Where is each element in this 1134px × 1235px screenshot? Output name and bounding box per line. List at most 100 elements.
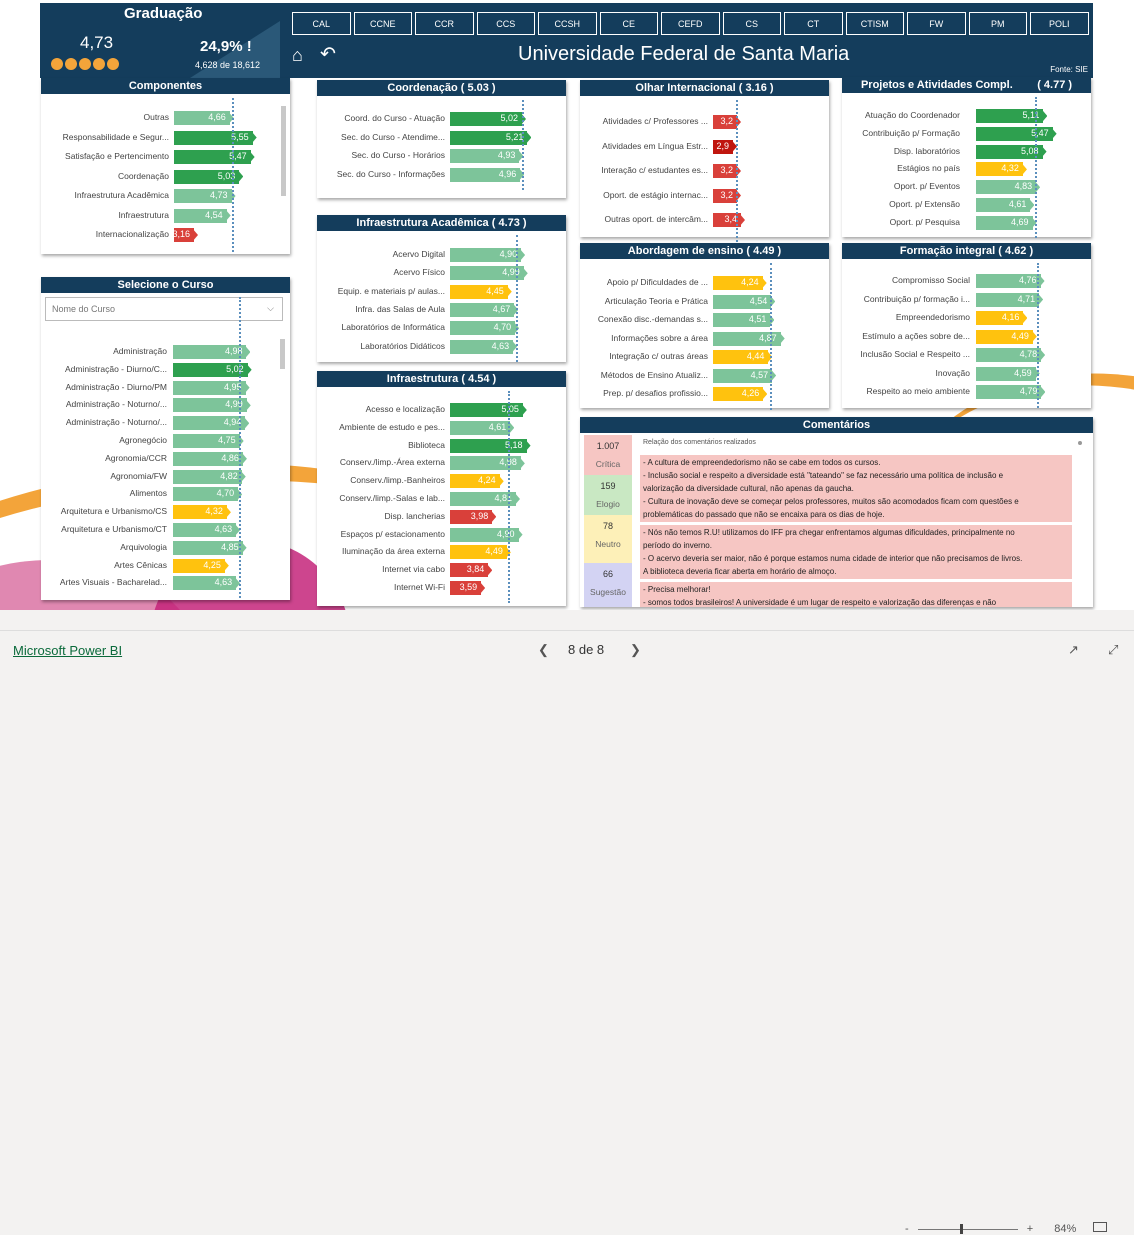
bar-row[interactable]: Atividades c/ Professores ... 3,2 [580,115,829,129]
bar[interactable]: 4,78 [976,348,1046,362]
bar-row[interactable]: Estímulo a ações sobre de... 4,49 [842,329,1091,344]
fit-page-icon[interactable] [1093,1222,1108,1232]
bar[interactable]: 5,05 [450,403,527,417]
bar[interactable]: 4,70 [173,487,243,502]
bar[interactable]: 5,47 [976,126,1057,141]
bar[interactable]: 4,49 [450,545,511,560]
bar-row[interactable]: Internet Wi-Fi 3,59 [317,581,566,595]
bar-row[interactable]: Oport. p/ Extensão 4,61 [842,198,1091,212]
bar[interactable]: 4,82 [173,469,246,484]
bar[interactable]: 5,02 [173,362,252,377]
bar[interactable]: 4,32 [976,162,1027,177]
powerbi-link[interactable]: Microsoft Power BI [13,643,122,658]
bar-row[interactable]: Contribuição p/ formação i... 4,71 [842,292,1091,307]
scrollbar[interactable] [1078,441,1082,445]
tab-cefd[interactable]: CEFD [661,12,720,35]
bar-row[interactable]: Conexão disc.-demandas s... 4,51 [580,313,829,327]
tab-cal[interactable]: CAL [292,12,351,35]
bar[interactable]: 4,75 [173,434,244,448]
bar[interactable]: 4,57 [713,368,777,383]
bar[interactable]: 4,61 [450,420,515,435]
bar[interactable]: 4,25 [173,558,229,573]
bar-row[interactable]: Atuação do Coordenador 5,11 [842,109,1091,123]
curso-dropdown[interactable]: Nome do Curso ⌵ [45,297,283,321]
bar-row[interactable]: Interação c/ estudantes es... 3,2 [580,164,829,178]
tab-ccne[interactable]: CCNE [353,12,412,35]
bar[interactable]: 4,51 [713,313,775,327]
bar-row[interactable]: Infraestrutura Acadêmica 4,73 [41,189,290,203]
bar-row[interactable]: Infraestrutura 4,54 [41,208,290,223]
bar-row[interactable]: Administração 4,98 [41,345,290,359]
comment-type-0[interactable]: 1.007 Crítica [584,435,632,475]
bar-row[interactable]: Prep. p/ desafios profissio... 4,26 [580,387,829,401]
bar[interactable]: 4,69 [976,215,1037,230]
bar[interactable]: 4,99 [173,398,251,413]
bar[interactable]: 4,70 [450,321,520,336]
bar[interactable]: 3,2 [713,188,741,203]
bar-row[interactable]: Satisfação e Pertencimento 5,47 [41,150,290,164]
bar[interactable]: 3,98 [450,509,497,524]
bar-row[interactable]: Ambiente de estudo e pes... 4,61 [317,420,566,435]
bar[interactable]: 4,63 [173,523,241,537]
bar-row[interactable]: Oport. p/ Eventos 4,83 [842,180,1091,195]
bar[interactable]: 5,11 [976,109,1048,123]
tab-pm[interactable]: PM [968,12,1027,35]
bar[interactable]: 4,54 [174,208,231,223]
scrollbar[interactable] [281,106,286,196]
bar[interactable]: 3,2 [713,164,741,178]
bar[interactable]: 5,18 [450,438,531,453]
bar-row[interactable]: Administração - Noturno/... 4,99 [41,398,290,413]
bar[interactable]: 4,44 [713,350,773,364]
bar-row[interactable]: Iluminação da área externa 4,49 [317,545,566,560]
bar-row[interactable]: Integração c/ outras áreas 4,44 [580,350,829,364]
bar[interactable]: 3,2 [713,115,741,129]
bar[interactable]: 4,95 [173,380,250,395]
bar-row[interactable]: Artes Cênicas 4,25 [41,558,290,573]
bar-row[interactable]: Compromisso Social 4,76 [842,274,1091,288]
bar[interactable]: 4,24 [713,276,767,290]
bar-row[interactable]: Empreendedorismo 4,16 [842,311,1091,325]
bar-row[interactable]: Administração - Diurno/C... 5,02 [41,362,290,377]
tab-ccsh[interactable]: CCSH [538,12,597,35]
bar[interactable]: 4,59 [976,366,1040,381]
bar[interactable]: 4,45 [450,284,512,299]
bar[interactable]: 4,49 [976,329,1037,344]
bar[interactable]: 4,79 [976,385,1046,399]
bar-row[interactable]: Acervo Físico 4,99 [317,266,566,281]
bar[interactable]: 4,98 [173,345,251,359]
bar[interactable]: 3,16 [172,228,198,242]
bar-row[interactable]: Disp. laboratórios 5,08 [842,144,1091,159]
bar[interactable]: 4,24 [450,474,504,489]
bar[interactable]: 4,63 [450,339,518,354]
bar-row[interactable]: Oport. p/ Pesquisa 4,69 [842,215,1091,230]
bar-row[interactable]: Equip. e materiais p/ aulas... 4,45 [317,284,566,299]
home-icon[interactable]: ⌂ [292,45,303,66]
bar-row[interactable]: Arquitetura e Urbanismo/CS 4,32 [41,505,290,520]
bar[interactable]: 5,08 [976,144,1047,159]
bar-row[interactable]: Métodos de Ensino Atualiz... 4,57 [580,368,829,383]
tab-ce[interactable]: CE [599,12,658,35]
bar[interactable]: 3,59 [450,581,486,595]
bar-row[interactable]: Conserv./limp.-Salas e lab... 4,81 [317,492,566,506]
bar-row[interactable]: Conserv./limp.-Área externa 4,98 [317,456,566,471]
bar[interactable]: 4,99 [450,266,528,281]
bar[interactable]: 4,61 [976,198,1035,212]
bar-row[interactable]: Sec. do Curso - Atendime... 5,21 [317,130,566,145]
bar[interactable]: 4,66 [174,111,234,125]
bar-row[interactable]: Agronomia/FW 4,82 [41,469,290,484]
bar[interactable]: 4,63 [173,576,241,591]
tab-ccs[interactable]: CCS [476,12,535,35]
back-arrow-icon[interactable]: ↶ [320,43,336,66]
comment-type-1[interactable]: 159 Elogio [584,475,632,515]
bar-row[interactable]: Inovação 4,59 [842,366,1091,381]
bar[interactable]: 4,73 [174,189,236,203]
bar-row[interactable]: Sec. do Curso - Horários 4,93 [317,149,566,163]
tab-fw[interactable]: FW [907,12,966,35]
bar[interactable]: 4,26 [713,387,768,401]
bar[interactable]: 5,03 [174,169,244,184]
bar[interactable]: 4,54 [713,294,776,309]
expand-icon[interactable]: ⤢ [1108,642,1118,658]
bar[interactable]: 5,47 [174,150,255,164]
bar[interactable]: 4,90 [450,248,526,262]
bar-row[interactable]: Apoio p/ Dificuldades de ... 4,24 [580,276,829,290]
